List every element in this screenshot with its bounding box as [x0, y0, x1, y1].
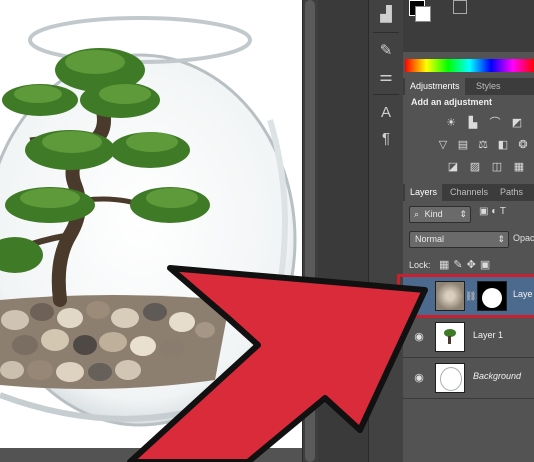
red-arrow: [127, 265, 428, 462]
